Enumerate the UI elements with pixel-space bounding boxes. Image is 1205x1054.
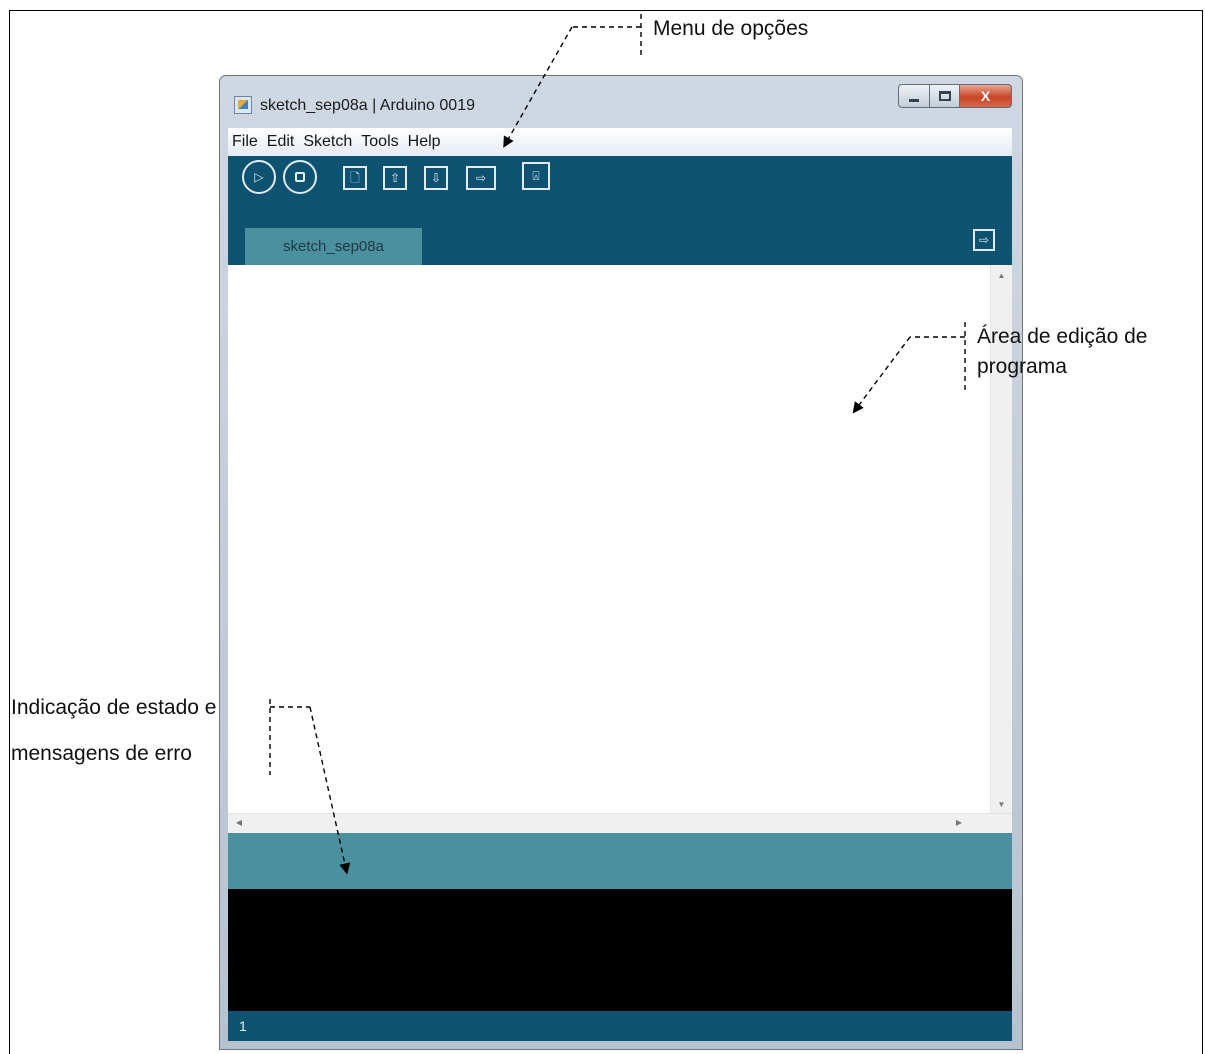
menu-file[interactable]: File <box>232 133 258 151</box>
stop-button[interactable] <box>283 160 317 194</box>
open-button[interactable]: ⇧ <box>383 166 407 190</box>
tab-sketch[interactable]: sketch_sep08a <box>245 228 422 265</box>
horizontal-scrollbar[interactable]: ◀ ▶ <box>228 813 1012 833</box>
toolbar: ▷ 🗋 ⇧ ⇩ ⇨ ⍓ <box>228 156 1012 216</box>
close-icon: X <box>980 88 991 104</box>
title-bar[interactable]: sketch_sep08a | Arduino 0019 X <box>220 76 1022 128</box>
maximize-icon <box>938 91 951 101</box>
open-arrow-up-icon: ⇧ <box>389 171 401 185</box>
upload-arrow-right-icon: ⇨ <box>475 171 487 185</box>
arduino-app-icon <box>234 96 252 114</box>
annotation-editor-line2: programa <box>977 355 1067 378</box>
window-title: sketch_sep08a | Arduino 0019 <box>260 97 475 114</box>
tab-menu-arrow-icon: ⇨ <box>978 233 990 247</box>
serial-monitor-icon: ⍓ <box>532 169 540 183</box>
close-button[interactable]: X <box>960 84 1012 108</box>
status-bar <box>228 833 1012 889</box>
line-number: 1 <box>239 1018 247 1034</box>
minimize-button[interactable] <box>898 84 930 108</box>
new-file-icon: 🗋 <box>350 171 360 185</box>
code-editor[interactable]: ▲ ▼ ◀ ▶ <box>228 265 1012 833</box>
tab-bar: sketch_sep08a ⇨ <box>228 216 1012 265</box>
minimize-icon <box>909 98 919 102</box>
menu-edit[interactable]: Edit <box>267 133 295 151</box>
line-number-bar: 1 <box>228 1011 1012 1041</box>
save-button[interactable]: ⇩ <box>424 166 448 190</box>
save-arrow-down-icon: ⇩ <box>430 171 442 185</box>
scroll-left-arrow-icon[interactable]: ◀ <box>234 818 244 827</box>
annotation-status-line2: mensagens de erro <box>11 742 192 765</box>
maximize-button[interactable] <box>930 84 960 108</box>
arduino-window: sketch_sep08a | Arduino 0019 X File Edit… <box>219 75 1023 1050</box>
window-controls: X <box>898 84 1012 108</box>
stop-icon <box>295 172 305 182</box>
menu-help[interactable]: Help <box>408 133 441 151</box>
annotation-editor-line1: Área de edição de <box>977 325 1148 348</box>
scroll-right-arrow-icon[interactable]: ▶ <box>954 818 964 827</box>
tab-menu-button[interactable]: ⇨ <box>973 229 995 251</box>
console-output[interactable] <box>228 889 1012 1011</box>
menu-sketch[interactable]: Sketch <box>303 133 352 151</box>
new-button[interactable]: 🗋 <box>343 166 367 190</box>
scroll-down-arrow-icon[interactable]: ▼ <box>991 800 1012 809</box>
annotation-status-line1: Indicação de estado e <box>11 696 217 719</box>
verify-button[interactable]: ▷ <box>242 160 276 194</box>
annotation-menu: Menu de opções <box>653 17 809 40</box>
menu-tools[interactable]: Tools <box>361 133 398 151</box>
play-icon: ▷ <box>254 170 264 184</box>
menu-bar: File Edit Sketch Tools Help <box>228 128 1012 156</box>
serial-monitor-button[interactable]: ⍓ <box>522 162 550 190</box>
scroll-up-arrow-icon[interactable]: ▲ <box>991 271 1012 280</box>
upload-button[interactable]: ⇨ <box>466 166 496 190</box>
